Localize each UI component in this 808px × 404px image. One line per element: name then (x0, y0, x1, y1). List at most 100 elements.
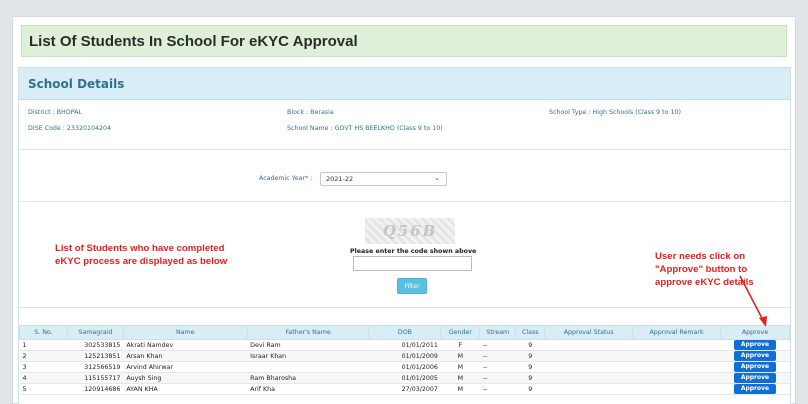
name-cell: Auysh Sing (123, 372, 248, 384)
panel-title: School Details (28, 76, 125, 91)
father-name-cell: Arif Kha (247, 383, 369, 395)
stream-cell: -- (479, 339, 516, 351)
approval-status-cell (544, 372, 633, 384)
samagraid-cell: 120914686 (67, 383, 124, 395)
class-cell: 9 (515, 339, 545, 351)
approve-cell: Approve (720, 339, 790, 351)
divider (19, 307, 790, 308)
samagraid-cell: 125213851 (67, 350, 124, 362)
annotation-left: List of Students who have completed eKYC… (55, 243, 228, 267)
name-cell: Arvind Ahirwar (123, 361, 248, 373)
students-table: S. No. Samagraid Name Father's Name DOB … (19, 325, 791, 395)
class-cell: 9 (515, 350, 545, 362)
column-header: Samagraid (66, 325, 124, 340)
column-header: Class (515, 325, 546, 340)
stream-cell: -- (479, 383, 516, 395)
filter-button[interactable]: Filter (397, 278, 427, 294)
approve-button[interactable]: Approve (733, 351, 777, 361)
column-header: Name (122, 325, 248, 340)
column-header: Father's Name (246, 325, 370, 340)
academic-year-value: 2021-22 (326, 175, 354, 183)
approve-cell: Approve (720, 372, 790, 384)
name-cell: Arsan Khan (123, 350, 248, 362)
dob-cell: 01/01/2005 (368, 372, 441, 384)
school-type-label: School Type : High Schools (Class 9 to 1… (549, 109, 681, 116)
gender-cell: M (440, 383, 480, 395)
samagraid-cell: 302533815 (67, 339, 124, 351)
approve-button[interactable]: Approve (733, 373, 777, 383)
approve-button[interactable]: Approve (733, 340, 777, 350)
block-label: Block : Berasia (287, 109, 334, 116)
page-title: List Of Students In School For eKYC Appr… (29, 32, 358, 50)
approval-status-cell (544, 361, 633, 373)
annotation-right: User needs click on "Approve" button to … (655, 251, 754, 288)
approve-button[interactable]: Approve (733, 384, 777, 394)
approve-cell: Approve (720, 361, 790, 373)
column-header: S. No. (19, 325, 68, 340)
column-header: Approval Remark (632, 325, 721, 340)
sno-cell: 1 (19, 339, 68, 351)
stream-cell: -- (479, 350, 516, 362)
sno-cell: 5 (19, 383, 68, 395)
captcha-label: Please enter the code shown above (350, 248, 477, 255)
captcha-image: Q56B (365, 218, 455, 244)
column-header: Gender (440, 325, 481, 340)
column-header: Stream (479, 325, 517, 340)
table-row: 5 120914686 AYAN KHA Arif Kha 27/03/2007… (19, 383, 790, 395)
table-row: 3 312566519 Arvind Ahirwar 01/01/2006 M … (19, 361, 790, 373)
father-name-cell: Israar Khan (247, 350, 369, 362)
divider (19, 149, 790, 150)
approve-button[interactable]: Approve (733, 362, 777, 372)
school-details-panel: School Details District : BHOPAL Block :… (18, 67, 791, 404)
captcha-text: Q56B (382, 222, 438, 240)
approve-cell: Approve (720, 383, 790, 395)
approval-remark-cell (632, 339, 721, 351)
gender-cell: M (440, 361, 480, 373)
column-header: Approve (719, 325, 791, 340)
school-name-label: School Name : GOVT HS BEELKHO (Class 9 t… (287, 125, 443, 132)
class-cell: 9 (515, 372, 545, 384)
class-cell: 9 (515, 383, 545, 395)
table-header-row: S. No. Samagraid Name Father's Name DOB … (19, 325, 791, 340)
academic-year-select[interactable]: 2021-22 ⌄ (320, 172, 447, 186)
stream-cell: -- (479, 372, 516, 384)
approval-status-cell (544, 339, 633, 351)
sno-cell: 2 (19, 350, 68, 362)
table-row: 1 302533815 Akrati Namdev Devi Ram 01/01… (19, 339, 790, 351)
gender-cell: M (440, 372, 480, 384)
dob-cell: 27/03/2007 (368, 383, 441, 395)
page-header: List Of Students In School For eKYC Appr… (21, 25, 787, 57)
academic-year-label: Academic Year* : (259, 175, 313, 182)
panel-heading: School Details (19, 68, 790, 100)
district-label: District : BHOPAL (28, 109, 82, 116)
sno-cell: 4 (19, 372, 68, 384)
gender-cell: F (440, 339, 480, 351)
approval-remark-cell (632, 361, 721, 373)
table-row: 2 125213851 Arsan Khan Israar Khan 01/01… (19, 350, 790, 362)
father-name-cell: Devi Ram (247, 339, 369, 351)
dise-code-label: DISE Code : 23320104204 (28, 125, 111, 132)
approve-cell: Approve (720, 350, 790, 362)
father-name-cell (247, 361, 369, 373)
class-cell: 9 (515, 361, 545, 373)
captcha-input[interactable] (353, 256, 472, 271)
name-cell: Akrati Namdev (123, 339, 248, 351)
chevron-down-icon: ⌄ (434, 174, 440, 182)
sno-cell: 3 (19, 361, 68, 373)
column-header: Approval Status (544, 325, 634, 340)
approval-remark-cell (632, 383, 721, 395)
dob-cell: 01/01/2009 (368, 350, 441, 362)
approval-status-cell (544, 383, 633, 395)
approval-remark-cell (632, 350, 721, 362)
father-name-cell: Ram Bharosha (247, 372, 369, 384)
approval-status-cell (544, 350, 633, 362)
column-header: DOB (368, 325, 442, 340)
samagraid-cell: 312566519 (67, 361, 124, 373)
dob-cell: 01/01/2006 (368, 361, 441, 373)
stream-cell: -- (479, 361, 516, 373)
table-row: 4 115155717 Auysh Sing Ram Bharosha 01/0… (19, 372, 790, 384)
divider (19, 201, 790, 202)
dob-cell: 01/01/2011 (368, 339, 441, 351)
gender-cell: M (440, 350, 480, 362)
approval-remark-cell (632, 372, 721, 384)
